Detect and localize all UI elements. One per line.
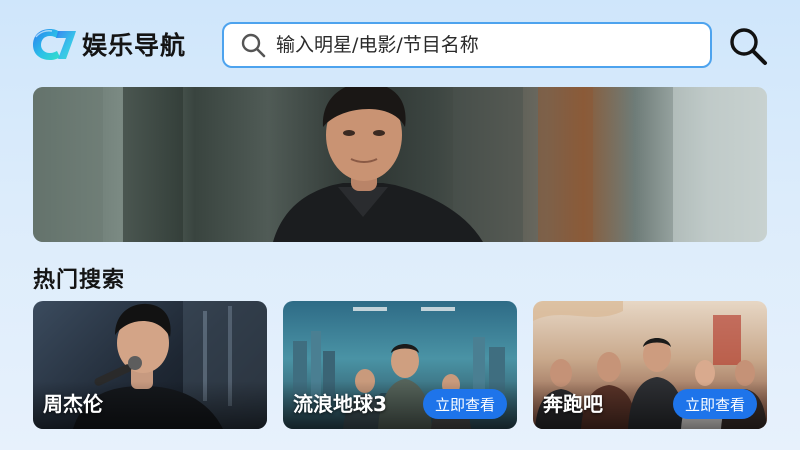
search-icon: [241, 33, 266, 58]
view-now-button[interactable]: 立即查看: [423, 389, 507, 419]
app-title: 娱乐导航: [82, 31, 187, 60]
hot-card-2[interactable]: 流浪地球3 立即查看: [283, 301, 517, 429]
search-button[interactable]: [726, 24, 770, 68]
hot-card-title: 周杰伦: [43, 392, 103, 416]
featured-banner[interactable]: [33, 87, 767, 242]
search-input[interactable]: [276, 34, 696, 56]
hot-card-3[interactable]: 奔跑吧 立即查看: [533, 301, 767, 429]
header: 娱乐导航: [0, 0, 800, 86]
hot-card-1[interactable]: 周杰伦: [33, 301, 267, 429]
search-icon: [730, 28, 767, 65]
view-now-button[interactable]: 立即查看: [673, 389, 757, 419]
c7-logo-icon: [33, 29, 76, 60]
search-box[interactable]: [222, 22, 712, 68]
featured-celebrity-photo: [33, 87, 767, 242]
app-logo[interactable]: 娱乐导航: [30, 22, 186, 66]
hot-card-title: 流浪地球3: [293, 392, 387, 416]
section-title-hot-search: 热门搜索: [33, 268, 126, 293]
hot-card-title: 奔跑吧: [543, 392, 603, 416]
